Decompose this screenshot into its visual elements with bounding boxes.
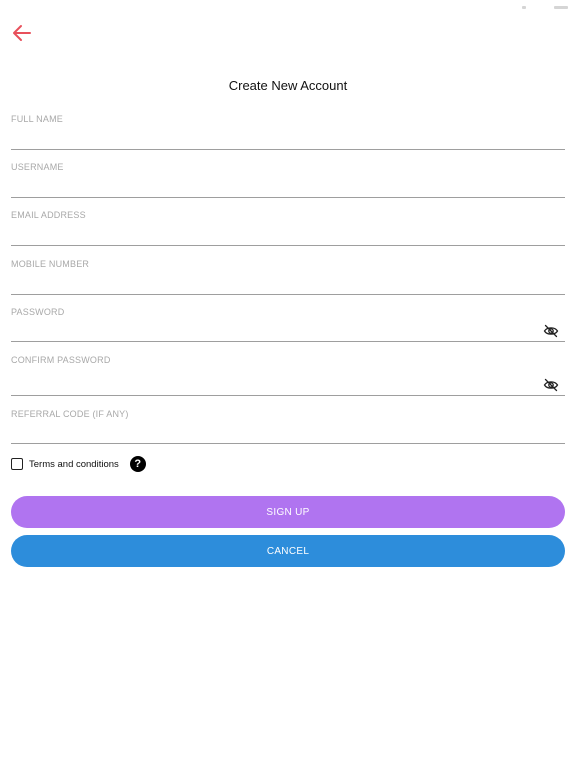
arrow-left-icon	[13, 25, 31, 41]
confirm-password-field[interactable]: CONFIRM PASSWORD	[11, 355, 565, 396]
cancel-button[interactable]: CANCEL	[11, 535, 565, 567]
password-input[interactable]	[11, 321, 531, 339]
eye-off-icon[interactable]	[543, 378, 559, 392]
username-label: USERNAME	[11, 162, 64, 172]
terms-row: Terms and conditions ?	[11, 455, 146, 473]
sign-up-button[interactable]: SIGN UP	[11, 496, 565, 528]
battery-icon	[554, 6, 568, 9]
signup-screen: Create New Account FULL NAME USERNAME EM…	[0, 0, 576, 768]
full-name-field[interactable]: FULL NAME	[11, 114, 565, 150]
full-name-label: FULL NAME	[11, 114, 63, 124]
email-field[interactable]: EMAIL ADDRESS	[11, 210, 565, 246]
mobile-number-label: MOBILE NUMBER	[11, 259, 90, 269]
help-glyph: ?	[134, 458, 142, 470]
referral-code-label: REFERRAL CODE (IF ANY)	[11, 409, 129, 419]
terms-label[interactable]: Terms and conditions	[29, 459, 119, 470]
referral-code-input[interactable]	[11, 423, 531, 441]
password-field[interactable]: PASSWORD	[11, 307, 565, 342]
page-title: Create New Account	[228, 78, 348, 93]
confirm-password-input[interactable]	[11, 375, 531, 393]
terms-checkbox[interactable]	[11, 458, 23, 470]
full-name-input[interactable]	[11, 129, 531, 147]
email-label: EMAIL ADDRESS	[11, 210, 86, 220]
mobile-number-field[interactable]: MOBILE NUMBER	[11, 259, 565, 295]
password-label: PASSWORD	[11, 307, 65, 317]
confirm-password-label: CONFIRM PASSWORD	[11, 355, 111, 365]
back-button[interactable]	[10, 22, 34, 44]
username-field[interactable]: USERNAME	[11, 162, 565, 198]
question-circle-icon[interactable]: ?	[129, 456, 146, 472]
mobile-number-input[interactable]	[11, 274, 531, 292]
username-input[interactable]	[11, 177, 531, 195]
eye-off-icon[interactable]	[543, 324, 559, 338]
status-bar-indicator	[522, 6, 526, 9]
referral-code-field[interactable]: REFERRAL CODE (IF ANY)	[11, 409, 565, 444]
email-input[interactable]	[11, 225, 531, 243]
